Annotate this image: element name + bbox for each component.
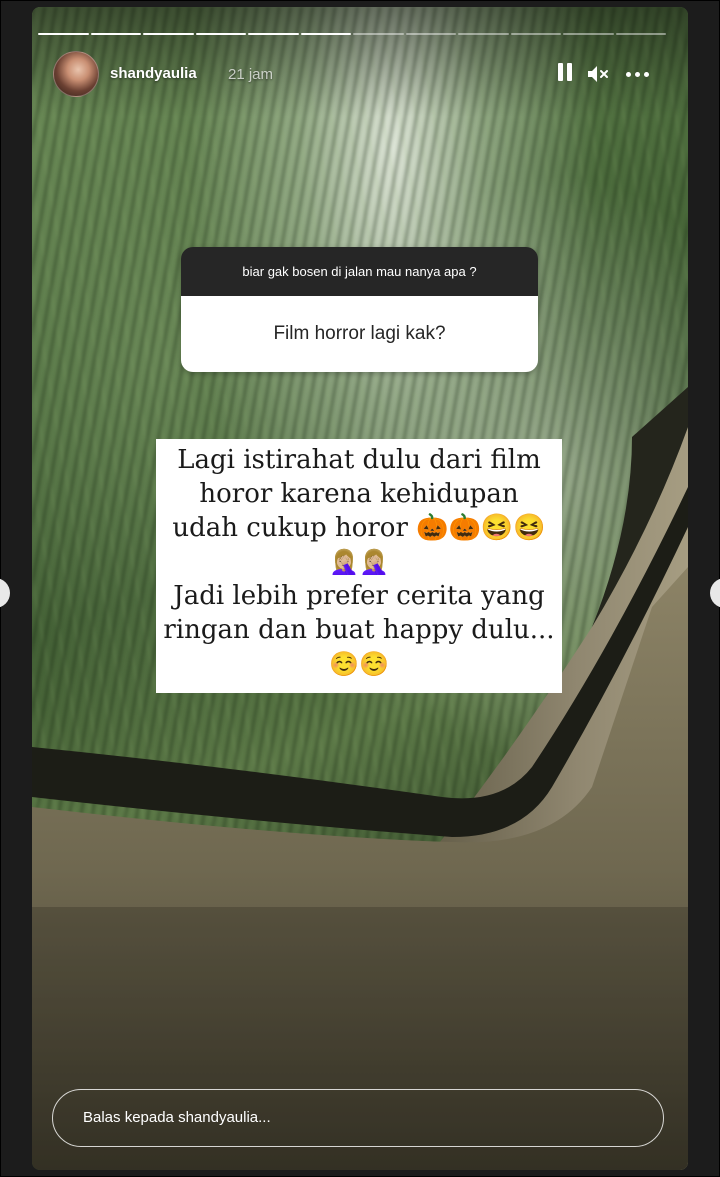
reply-placeholder: Balas kepada shandyaulia... <box>83 1109 271 1126</box>
answer-text-box: Lagi istirahat dulu dari film horor kare… <box>156 439 562 693</box>
answer-line: Lagi istirahat dulu dari film <box>177 445 541 475</box>
progress-segment <box>563 33 614 35</box>
story-timestamp: 21 jam <box>228 66 274 83</box>
progress-segment <box>510 33 561 35</box>
mute-icon <box>588 66 608 82</box>
question-prompt: biar gak bosen di jalan mau nanya apa ? <box>181 247 538 296</box>
story-progress-bar <box>38 33 666 35</box>
answer-line: ringan dan buat happy dulu... <box>163 615 555 645</box>
answer-line: 🤦🏼‍♀️🤦🏼‍♀️ <box>329 548 389 576</box>
progress-segment <box>300 33 351 35</box>
story-viewer[interactable]: shandyaulia 21 jam biar gak bosen di jal… <box>32 7 688 1170</box>
progress-segment <box>248 33 299 35</box>
progress-segment <box>458 33 509 35</box>
mute-button[interactable] <box>585 62 611 86</box>
progress-segment <box>143 33 194 35</box>
question-sticker: biar gak bosen di jalan mau nanya apa ? … <box>181 247 538 372</box>
more-icon <box>625 71 649 77</box>
answer-line: ☺️☺️ <box>329 650 389 678</box>
progress-segment <box>353 33 404 35</box>
progress-segment <box>195 33 246 35</box>
question-text: Film horror lagi kak? <box>181 296 538 372</box>
progress-segment <box>90 33 141 35</box>
progress-segment <box>615 33 666 35</box>
story-username[interactable]: shandyaulia <box>110 65 197 82</box>
reply-input[interactable]: Balas kepada shandyaulia... <box>52 1089 664 1147</box>
pause-button[interactable] <box>552 62 578 86</box>
avatar[interactable] <box>53 51 99 97</box>
progress-segment <box>38 33 89 35</box>
answer-line: horor karena kehidupan <box>199 479 519 509</box>
pause-icon <box>556 62 574 86</box>
progress-segment <box>405 33 456 35</box>
more-options-button[interactable] <box>624 62 650 86</box>
answer-line: udah cukup horor 🎃🎃😆😆 <box>172 513 546 543</box>
answer-line: Jadi lebih prefer cerita yang <box>173 581 545 611</box>
story-header: shandyaulia 21 jam <box>32 7 688 117</box>
